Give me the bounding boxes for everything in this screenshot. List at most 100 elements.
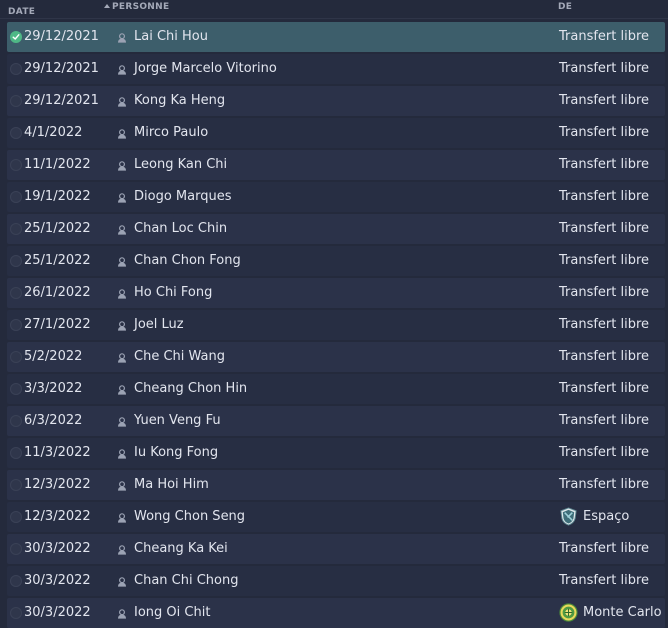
empty-circle-icon[interactable] — [10, 127, 22, 139]
row-person-name[interactable]: Wong Chon Seng — [134, 509, 245, 524]
empty-circle-icon[interactable] — [10, 415, 22, 427]
row-person-name[interactable]: Ho Chi Fong — [134, 285, 212, 300]
transfers-table: DATE PERSONNE DE 29/12/2021 Lai Chi Hou Tr… — [0, 0, 668, 628]
table-row[interactable]: 30/3/2022 Cheang Ka Kei Transfert libre — [7, 534, 665, 564]
empty-circle-icon[interactable] — [10, 63, 22, 75]
row-person-name[interactable]: Iu Kong Fong — [134, 445, 218, 460]
person-silhouette-icon — [117, 384, 127, 395]
club-round-badge-icon — [559, 603, 578, 622]
row-from: Transfert libre — [559, 317, 650, 332]
table-row[interactable]: 12/3/2022 Ma Hoi Him Transfert libre — [7, 470, 665, 500]
empty-circle-icon[interactable] — [10, 607, 22, 619]
row-from-club-name: Espaço — [583, 509, 630, 524]
table-row[interactable]: 11/1/2022 Leong Kan Chi Transfert libre — [7, 150, 665, 180]
empty-circle-icon[interactable] — [10, 575, 22, 587]
row-date: 27/1/2022 — [24, 317, 91, 332]
person-silhouette-icon — [117, 352, 127, 363]
sort-ascending-icon — [104, 4, 110, 8]
person-silhouette-icon — [117, 160, 127, 171]
row-person-name[interactable]: Joel Luz — [134, 317, 184, 332]
row-person-name[interactable]: Leong Kan Chi — [134, 157, 227, 172]
empty-circle-icon[interactable] — [10, 447, 22, 459]
row-from: Transfert libre — [559, 29, 650, 44]
row-from: Transfert libre — [559, 445, 650, 460]
table-row[interactable]: 19/1/2022 Diogo Marques Transfert libre — [7, 182, 665, 212]
person-silhouette-icon — [117, 224, 127, 235]
row-person-name[interactable]: Iong Oi Chit — [134, 605, 210, 620]
row-from: Transfert libre — [559, 285, 650, 300]
row-date: 30/3/2022 — [24, 541, 91, 556]
person-silhouette-icon — [117, 416, 127, 427]
row-date: 12/3/2022 — [24, 509, 91, 524]
row-date: 11/3/2022 — [24, 445, 91, 460]
row-person-name[interactable]: Chan Chon Fong — [134, 253, 241, 268]
row-person-name[interactable]: Lai Chi Hou — [134, 29, 208, 44]
table-row[interactable]: 25/1/2022 Chan Chon Fong Transfert libre — [7, 246, 665, 276]
empty-circle-icon[interactable] — [10, 223, 22, 235]
table-row[interactable]: 11/3/2022 Iu Kong Fong Transfert libre — [7, 438, 665, 468]
empty-circle-icon[interactable] — [10, 511, 22, 523]
empty-circle-icon[interactable] — [10, 351, 22, 363]
table-row[interactable]: 26/1/2022 Ho Chi Fong Transfert libre — [7, 278, 665, 308]
empty-circle-icon[interactable] — [10, 191, 22, 203]
column-header-person[interactable]: PERSONNE — [104, 2, 169, 12]
row-from: Transfert libre — [559, 413, 650, 428]
table-row[interactable]: 30/3/2022 Chan Chi Chong Transfert libre — [7, 566, 665, 596]
row-date: 12/3/2022 — [24, 477, 91, 492]
row-person-name[interactable]: Chan Loc Chin — [134, 221, 227, 236]
table-row[interactable]: 29/12/2021 Kong Ka Heng Transfert libre — [7, 86, 665, 116]
row-person-name[interactable]: Chan Chi Chong — [134, 573, 238, 588]
row-from: Transfert libre — [559, 125, 650, 140]
row-from: Transfert libre — [559, 189, 650, 204]
table-row[interactable]: 29/12/2021 Jorge Marcelo Vitorino Transfer… — [7, 54, 665, 84]
row-person-name[interactable]: Ma Hoi Him — [134, 477, 209, 492]
person-silhouette-icon — [117, 480, 127, 491]
column-header-person-label: PERSONNE — [112, 2, 170, 12]
table-row[interactable]: 3/3/2022 Cheang Chon Hin Transfert libre — [7, 374, 665, 404]
row-from-club-name: Monte Carlo — [583, 605, 662, 620]
person-silhouette-icon — [117, 608, 127, 619]
row-date: 29/12/2021 — [24, 93, 99, 108]
row-date: 25/1/2022 — [24, 221, 91, 236]
column-header-date[interactable]: DATE — [8, 7, 35, 17]
table-row[interactable]: 27/1/2022 Joel Luz Transfert libre — [7, 310, 665, 340]
person-silhouette-icon — [117, 96, 127, 107]
row-person-name[interactable]: Jorge Marcelo Vitorino — [134, 61, 277, 76]
table-row[interactable]: 6/3/2022 Yuen Veng Fu Transfert libre — [7, 406, 665, 436]
row-from: Transfert libre — [559, 253, 650, 268]
row-person-name[interactable]: Mirco Paulo — [134, 125, 208, 140]
empty-circle-icon[interactable] — [10, 479, 22, 491]
row-person-name[interactable]: Cheang Chon Hin — [134, 381, 247, 396]
row-person-name[interactable]: Kong Ka Heng — [134, 93, 225, 108]
row-person-name[interactable]: Diogo Marques — [134, 189, 231, 204]
row-from: Transfert libre — [559, 93, 650, 108]
row-date: 25/1/2022 — [24, 253, 91, 268]
row-date: 4/1/2022 — [24, 125, 83, 140]
person-silhouette-icon — [117, 544, 127, 555]
empty-circle-icon[interactable] — [10, 159, 22, 171]
person-silhouette-icon — [117, 192, 127, 203]
row-from: Transfert libre — [559, 541, 650, 556]
table-row[interactable]: 5/2/2022 Che Chi Wang Transfert libre — [7, 342, 665, 372]
row-date: 11/1/2022 — [24, 157, 91, 172]
table-row[interactable]: 29/12/2021 Lai Chi Hou Transfert libre — [7, 22, 665, 52]
table-row[interactable]: 12/3/2022 Wong Chon Seng Espaço — [7, 502, 665, 532]
table-row[interactable]: 25/1/2022 Chan Loc Chin Transfert libre — [7, 214, 665, 244]
empty-circle-icon[interactable] — [10, 383, 22, 395]
table-row[interactable]: 30/3/2022 Iong Oi Chit Monte Carlo — [7, 598, 665, 628]
column-header-from[interactable]: DE — [558, 2, 572, 12]
empty-circle-icon[interactable] — [10, 287, 22, 299]
empty-circle-icon[interactable] — [10, 255, 22, 267]
row-date: 6/3/2022 — [24, 413, 83, 428]
row-from: Transfert libre — [559, 381, 650, 396]
empty-circle-icon[interactable] — [10, 95, 22, 107]
empty-circle-icon[interactable] — [10, 543, 22, 555]
table-row[interactable]: 4/1/2022 Mirco Paulo Transfert libre — [7, 118, 665, 148]
person-silhouette-icon — [117, 128, 127, 139]
row-person-name[interactable]: Yuen Veng Fu — [134, 413, 221, 428]
row-person-name[interactable]: Che Chi Wang — [134, 349, 225, 364]
row-from: Transfert libre — [559, 61, 650, 76]
empty-circle-icon[interactable] — [10, 319, 22, 331]
check-circle-icon[interactable] — [10, 31, 22, 43]
row-person-name[interactable]: Cheang Ka Kei — [134, 541, 228, 556]
